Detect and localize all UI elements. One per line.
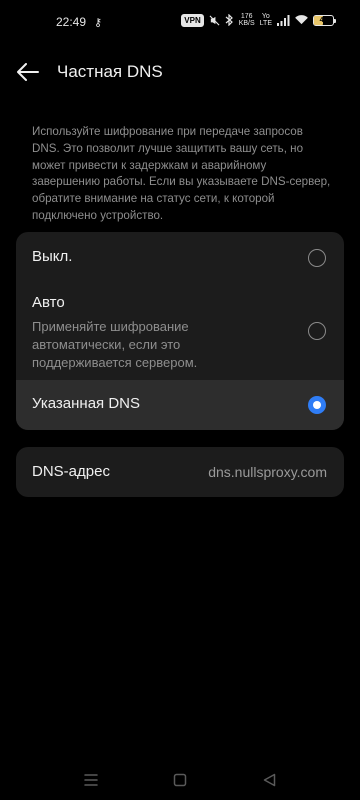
- battery-icon: 45: [313, 14, 336, 26]
- radio-auto[interactable]: [308, 322, 326, 340]
- speed-unit: KB/S: [238, 20, 255, 27]
- option-auto-label: Авто: [32, 294, 65, 311]
- status-time: 22:49: [56, 15, 87, 29]
- page-header: Частная DNS: [0, 52, 360, 92]
- option-custom-label: Указанная DNS: [32, 395, 141, 412]
- speed-icon: 176 KB/S: [239, 13, 255, 27]
- arrow-left-icon: [17, 63, 39, 81]
- option-auto-subtitle: Применяйте шифрование автоматически, есл…: [32, 319, 198, 370]
- menu-button[interactable]: [79, 768, 103, 792]
- mute-icon: [209, 15, 220, 26]
- signal-icon: [277, 14, 290, 26]
- vpn-icon: VPN: [181, 13, 204, 27]
- option-off[interactable]: Выкл.: [16, 232, 344, 284]
- description-text: Используйте шифрование при передаче запр…: [32, 125, 331, 222]
- radio-custom-selected[interactable]: [308, 396, 326, 414]
- net-type-bottom: LTE: [259, 20, 272, 27]
- option-auto[interactable]: Авто Применяйте шифрование автоматически…: [16, 284, 344, 380]
- status-bar: 22:49 ⚷ VPN 176 KB/S Yo LTE 45: [0, 0, 360, 44]
- home-button[interactable]: [168, 768, 192, 792]
- dns-address-row[interactable]: DNS-адрес dns.nullsproxy.com: [16, 447, 344, 497]
- dns-mode-options: Выкл. Авто Применяйте шифрование автомат…: [16, 232, 344, 430]
- option-off-label: Выкл.: [32, 248, 73, 265]
- back-triangle-icon: [263, 773, 275, 787]
- home-icon: [173, 773, 187, 787]
- volte-icon: Yo LTE: [260, 13, 272, 27]
- radio-off[interactable]: [308, 249, 326, 267]
- dns-address-label: DNS-адрес: [32, 463, 110, 480]
- radio-dot: [313, 401, 321, 409]
- dns-address-value: dns.nullsproxy.com: [208, 464, 327, 480]
- option-custom-dns[interactable]: Указанная DNS: [16, 380, 344, 430]
- menu-icon: [84, 774, 98, 786]
- net-type-top: Yo: [261, 13, 270, 20]
- wifi-icon: [295, 15, 308, 25]
- speed-value: 176: [240, 13, 253, 20]
- nav-back-button[interactable]: [257, 768, 281, 792]
- page-title: Частная DNS: [57, 62, 163, 81]
- battery-level: 45: [319, 16, 328, 24]
- navigation-bar: [0, 760, 360, 800]
- bluetooth-icon: [225, 14, 234, 26]
- back-button[interactable]: [14, 58, 42, 86]
- key-icon: ⚷: [94, 16, 103, 29]
